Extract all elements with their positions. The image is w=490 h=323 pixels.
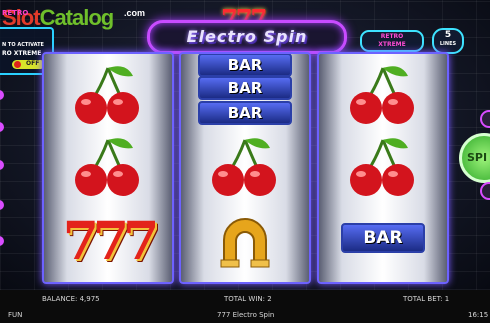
game-scene: SlotCatalog .com RETRO N TO ACTIVATE RO … (0, 0, 490, 290)
bar-symbol-text: BAR (198, 54, 292, 77)
cherry-symbol (44, 60, 172, 130)
payline-marker-icon (0, 122, 4, 132)
bar-symbol: BAR (181, 76, 309, 100)
toggle-knob-icon (14, 61, 21, 68)
bar-symbol-text: BAR (341, 223, 425, 253)
payline-marker-icon (0, 236, 4, 246)
retro-xtreme-badge[interactable]: RETRO XTREME (360, 30, 424, 52)
payline-marker-icon (0, 160, 4, 170)
cherry-symbol (319, 132, 447, 202)
cherry-icon (212, 138, 276, 196)
cherry-icon (350, 66, 414, 124)
seven-symbol-text: 777 (62, 210, 160, 272)
cherry-symbol (181, 132, 309, 202)
bar-symbol-text: BAR (198, 101, 292, 125)
cherry-icon (350, 138, 414, 196)
reel-2: BAR BAR BAR (179, 52, 311, 284)
reel-1: 777 (42, 52, 174, 284)
game-title-banner: Electro Spin (147, 20, 347, 54)
bar-symbol: BAR (181, 54, 309, 77)
total-win-display: TOTAL WIN: 2 (224, 295, 272, 303)
horseshoe-icon (220, 218, 270, 268)
cherry-icon (75, 138, 139, 196)
lines-badge: 5 LINES (432, 28, 464, 54)
spin-button[interactable]: SPI (459, 133, 490, 183)
total-bet-display: TOTAL BET: 1 (403, 295, 450, 303)
bottom-status-bar: BALANCE: 4,975 TOTAL WIN: 2 TOTAL BET: 1… (0, 290, 490, 323)
autoplay-button[interactable] (480, 110, 490, 128)
payline-marker-icon (0, 200, 4, 210)
payline-marker-icon (0, 90, 4, 100)
bar-symbol: BAR (181, 100, 309, 126)
lines-label: LINES (439, 41, 457, 47)
bar-symbol-text: BAR (198, 76, 292, 100)
retro-badge-line2: XTREME (378, 41, 406, 48)
cherry-icon (75, 66, 139, 124)
seven-symbol: 777 (44, 204, 172, 278)
bet-button[interactable] (480, 182, 490, 200)
lines-count: 5 (444, 30, 452, 40)
clock-display: 16:15 (468, 311, 489, 319)
promo-line2: RO XTREME (2, 50, 42, 57)
cherry-symbol (319, 60, 447, 130)
balance-display: BALANCE: 4,975 (42, 295, 100, 303)
game-name-label: 777 Electro Spin (217, 311, 275, 319)
mode-label: FUN (8, 311, 23, 319)
reel-3: BAR (317, 52, 449, 284)
watermark-suffix: .com (124, 8, 146, 18)
promo-line1: N TO ACTIVATE (2, 42, 44, 48)
promo-retro-label: RETRO (2, 9, 29, 17)
toggle-state-label: OFF (26, 60, 40, 67)
retro-xtreme-toggle[interactable]: OFF (12, 60, 45, 69)
horseshoe-symbol (181, 204, 309, 278)
game-title: Electro Spin (186, 27, 308, 46)
bar-symbol: BAR (319, 214, 447, 262)
cherry-symbol (44, 132, 172, 202)
retro-badge-line1: RETRO (380, 33, 404, 40)
spin-label: SPI (467, 151, 488, 164)
